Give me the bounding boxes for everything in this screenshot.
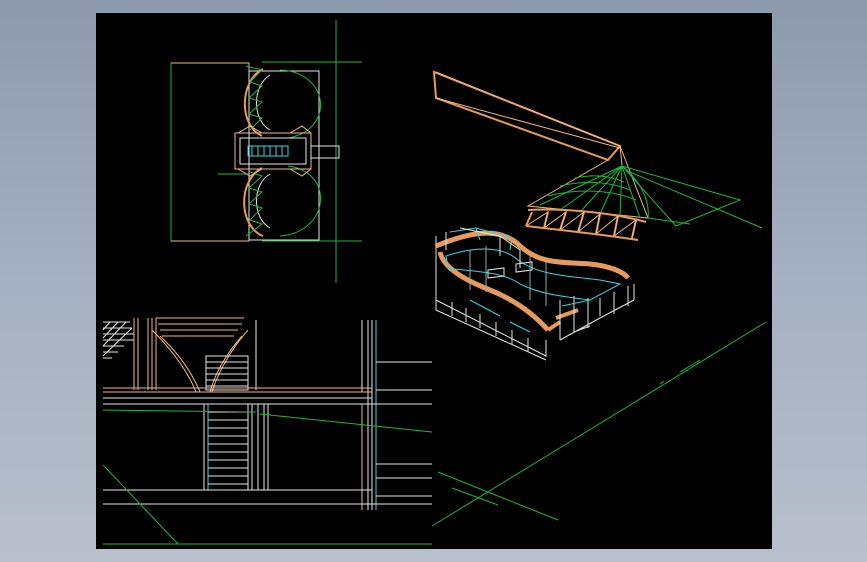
iso-dome-rings	[547, 175, 637, 201]
section-sightline	[259, 413, 433, 433]
plan-lower-arc-inner	[256, 173, 271, 229]
section-guide	[102, 409, 257, 413]
iso-roof-edges	[435, 71, 623, 166]
section-shaft-treads	[208, 411, 248, 485]
iso-ground-line	[431, 321, 767, 527]
section-view[interactable]	[102, 317, 433, 545]
plan-lower-lobe	[279, 165, 322, 237]
section-right-levels	[376, 361, 432, 391]
isometric-view[interactable]	[431, 70, 767, 527]
section-stair-lines	[103, 321, 134, 359]
iso-ground-line	[437, 471, 559, 521]
plan-outline	[170, 62, 250, 242]
section-roof-layers	[156, 317, 244, 337]
section-stair-box-treads	[206, 361, 248, 387]
section-stair-diagonals	[102, 321, 133, 357]
section-shaft-walls	[203, 404, 249, 490]
cad-viewer	[0, 0, 867, 562]
iso-dome-projection	[620, 165, 763, 229]
iso-ground-tick	[659, 380, 665, 385]
iso-right-base	[559, 299, 635, 341]
section-funnel-right	[211, 329, 249, 393]
cad-drawing-canvas[interactable]	[0, 0, 867, 562]
section-ground-lines	[103, 489, 432, 505]
iso-ground-tick	[679, 359, 701, 373]
section-funnel-left-outer	[151, 329, 197, 393]
iso-roof-plane	[432, 70, 622, 162]
section-floor-lines	[103, 397, 432, 405]
plan-upper-lobe	[279, 69, 322, 139]
section-right-ticks	[376, 463, 432, 497]
iso-ground-line	[451, 487, 499, 506]
plan-core-inner	[239, 137, 307, 165]
section-lower-columns	[251, 404, 269, 490]
plan-view[interactable]	[170, 20, 362, 283]
section-columns	[133, 318, 157, 390]
plan-entry	[310, 145, 340, 159]
iso-wavy-wall-top	[435, 230, 631, 280]
